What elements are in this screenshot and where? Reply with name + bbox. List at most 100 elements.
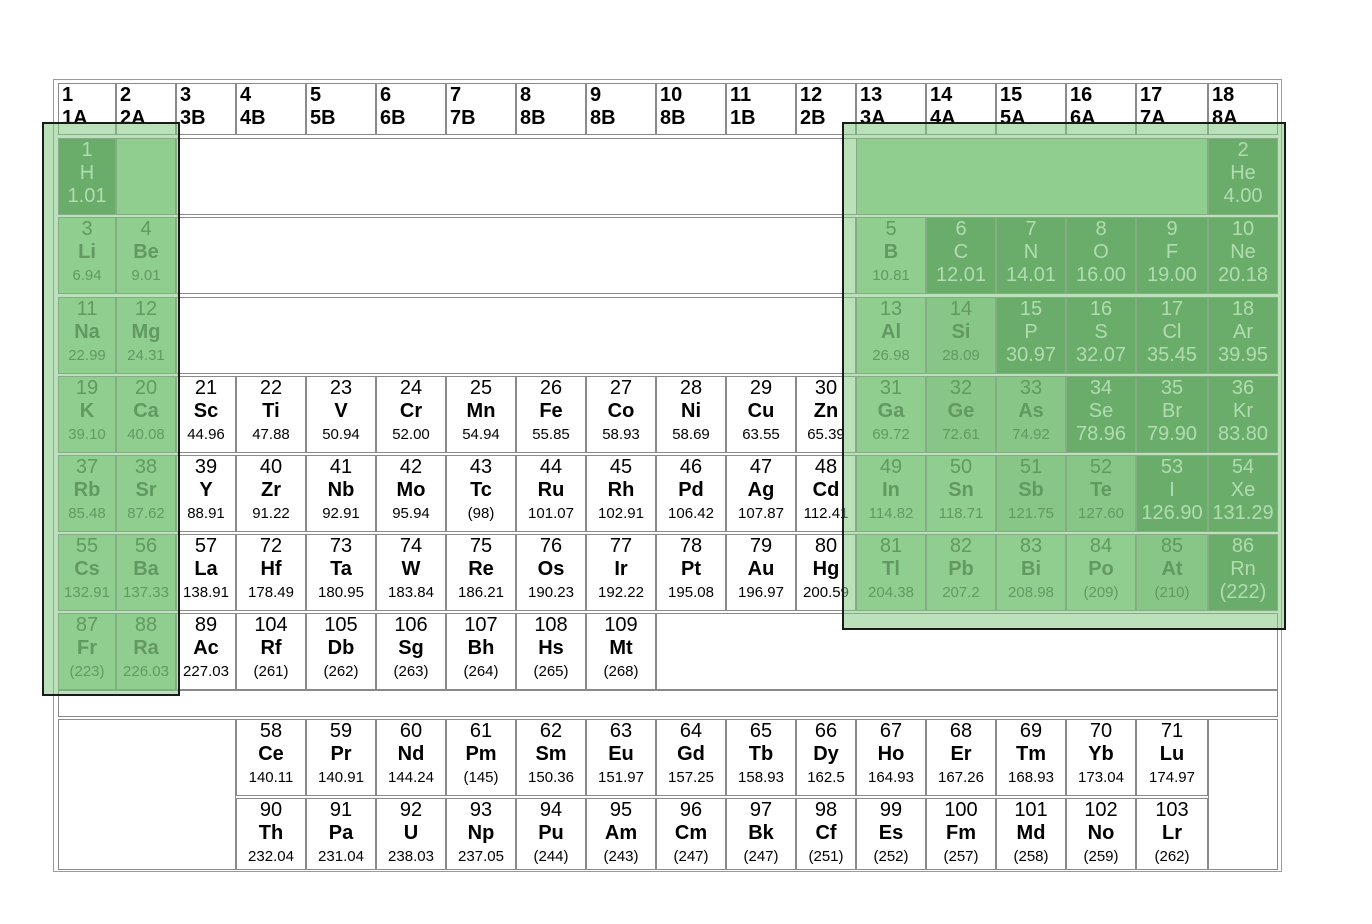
- element-symbol: Ho: [877, 743, 905, 765]
- atomic-mass: 88.91: [187, 505, 225, 522]
- atomic-number: 35: [1160, 377, 1184, 399]
- element-symbol: Fm: [946, 822, 976, 844]
- element-cell-cf: 98 Cf (251): [796, 798, 856, 870]
- element-symbol: Al: [881, 321, 901, 343]
- atomic-mass: 30.97: [1005, 344, 1057, 366]
- element-symbol: Bi: [1021, 558, 1041, 580]
- element-symbol: Rb: [73, 479, 101, 501]
- element-symbol: Mg: [131, 321, 161, 343]
- atomic-mass: 63.55: [742, 426, 780, 443]
- atomic-mass: (244): [533, 848, 569, 865]
- atomic-mass: 101.07: [528, 505, 574, 522]
- atomic-mass: 140.11: [248, 769, 294, 786]
- element-symbol: Tm: [1016, 743, 1046, 765]
- element-cell-kr: 36 Kr 83.80: [1208, 376, 1278, 453]
- element-symbol: Si: [951, 321, 971, 343]
- atomic-mass: 173.04: [1078, 769, 1124, 786]
- element-cell-w: 74 W 183.84: [376, 534, 446, 611]
- atomic-mass: 10.81: [872, 267, 910, 284]
- atomic-mass: 39.95: [1217, 344, 1269, 366]
- element-symbol: Tb: [748, 743, 774, 765]
- atomic-number: 16: [1089, 298, 1113, 320]
- element-symbol: In: [882, 479, 900, 501]
- element-cell-ce: 58 Ce 140.11: [236, 719, 306, 796]
- element-symbol: O: [1093, 241, 1109, 263]
- element-symbol: Lu: [1159, 743, 1185, 765]
- atomic-number: 100: [944, 799, 978, 821]
- atomic-mass: 9.01: [131, 267, 161, 284]
- element-symbol: Pb: [948, 558, 974, 580]
- element-cell-eu: 63 Eu 151.97: [586, 719, 656, 796]
- atomic-number: 8: [1095, 218, 1107, 240]
- atomic-number: 108: [534, 614, 568, 636]
- element-cell-np: 93 Np 237.05: [446, 798, 516, 870]
- atomic-mass: 140.91: [318, 769, 364, 786]
- atomic-mass: 87.62: [127, 505, 165, 522]
- atomic-mass: (262): [1154, 848, 1190, 865]
- element-symbol: Ba: [133, 558, 159, 580]
- element-cell-er: 68 Er 167.26: [926, 719, 996, 796]
- element-cell-al: 13 Al 26.98: [856, 297, 926, 374]
- element-cell-he: 2 He 4.00: [1208, 138, 1278, 215]
- atomic-number: 62: [539, 720, 563, 742]
- atomic-number: 52: [1089, 456, 1113, 478]
- group-header-8: 8 8B: [516, 83, 586, 135]
- atomic-number: 92: [399, 799, 423, 821]
- atomic-mass: 58.93: [602, 426, 640, 443]
- group-header-11: 11 1B: [726, 83, 796, 135]
- element-cell-li: 3 Li 6.94: [58, 217, 116, 294]
- atomic-number: 76: [539, 535, 563, 557]
- atomic-number: 24: [399, 377, 423, 399]
- atomic-number: 96: [679, 799, 703, 821]
- atomic-number: 109: [604, 614, 638, 636]
- group-number: 9: [590, 84, 602, 106]
- atomic-mass: 79.90: [1146, 423, 1198, 445]
- element-symbol: Pd: [678, 479, 704, 501]
- atomic-mass: 1.01: [67, 185, 107, 207]
- atomic-mass: 16.00: [1075, 264, 1127, 286]
- element-symbol: La: [194, 558, 218, 580]
- atomic-number: 7: [1025, 218, 1037, 240]
- atomic-number: 27: [609, 377, 633, 399]
- element-symbol: Cu: [747, 400, 775, 422]
- atomic-mass: 44.96: [187, 426, 225, 443]
- element-cell-ta: 73 Ta 180.95: [306, 534, 376, 611]
- atomic-mass: 24.31: [127, 347, 165, 364]
- element-cell-tl: 81 Tl 204.38: [856, 534, 926, 611]
- element-cell-ra: 88 Ra 226.03: [116, 613, 176, 690]
- atomic-mass: 232.04: [248, 848, 294, 865]
- group-label: 5B: [310, 107, 336, 129]
- atomic-number: 64: [679, 720, 703, 742]
- element-symbol: Lr: [1162, 822, 1182, 844]
- element-cell-cd: 48 Cd 112.41: [796, 455, 856, 532]
- series-tail-box: [1208, 719, 1278, 870]
- element-symbol: U: [403, 822, 419, 844]
- atomic-number: 40: [259, 456, 283, 478]
- element-cell-pd: 46 Pd 106.42: [656, 455, 726, 532]
- element-cell-lu: 71 Lu 174.97: [1136, 719, 1208, 796]
- atomic-number: 29: [749, 377, 773, 399]
- element-symbol: Kr: [1233, 400, 1253, 422]
- atomic-number: 46: [679, 456, 703, 478]
- atomic-number: 10: [1231, 218, 1255, 240]
- group-number: 18: [1212, 84, 1235, 106]
- element-symbol: Np: [467, 822, 495, 844]
- element-symbol: Cf: [815, 822, 837, 844]
- element-symbol: Cm: [674, 822, 708, 844]
- atomic-mass: 162.5: [807, 769, 845, 786]
- atomic-number: 42: [399, 456, 423, 478]
- element-symbol: Sr: [135, 479, 157, 501]
- atomic-number: 101: [1014, 799, 1048, 821]
- element-symbol: Ce: [258, 743, 284, 765]
- group-header-10: 10 8B: [656, 83, 726, 135]
- atomic-number: 31: [879, 377, 903, 399]
- element-symbol: Sm: [535, 743, 567, 765]
- group-label: 2A: [120, 107, 146, 129]
- atomic-mass: 12.01: [935, 264, 987, 286]
- element-cell-pt: 78 Pt 195.08: [656, 534, 726, 611]
- atomic-mass: 85.48: [68, 505, 106, 522]
- atomic-mass: 164.93: [868, 769, 914, 786]
- element-cell-hs: 108 Hs (265): [516, 613, 586, 690]
- atomic-number: 2: [1237, 139, 1249, 161]
- element-symbol: Fe: [539, 400, 563, 422]
